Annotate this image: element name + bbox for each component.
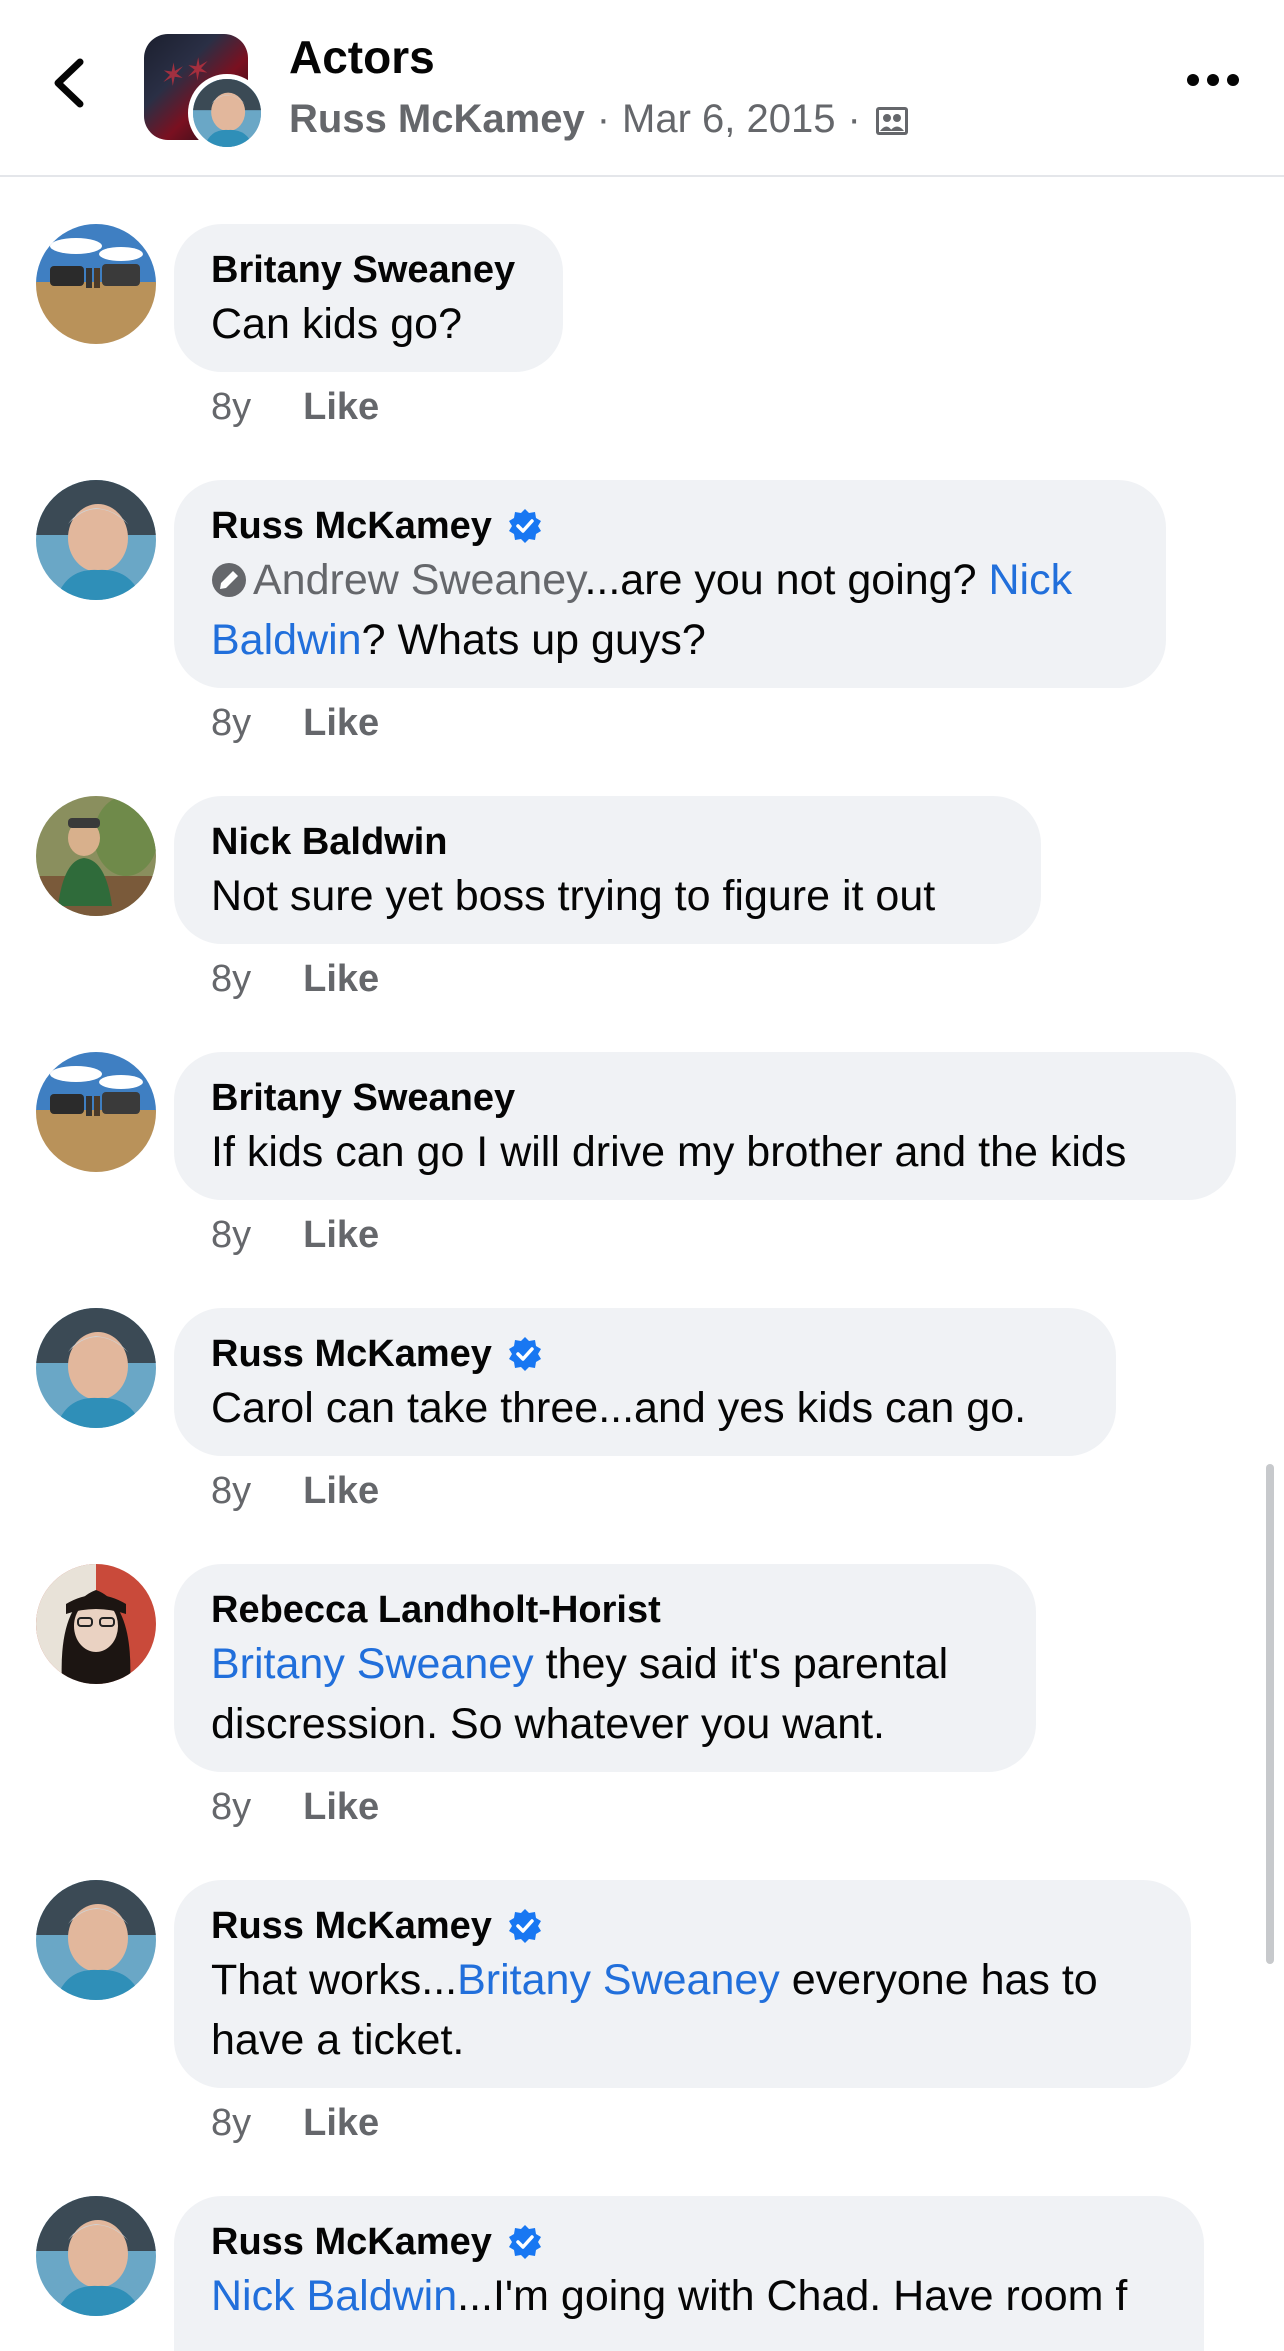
commenter-name-text[interactable]: Russ McKamey [211,2218,492,2266]
like-button[interactable]: Like [303,1786,379,1829]
comment-bubble[interactable]: Russ McKamey Andrew Sweaney...are you no… [174,480,1166,688]
comment-age[interactable]: 8y [211,1214,251,1257]
like-button[interactable]: Like [303,1470,379,1513]
comment-text: Not sure yet boss trying to figure it ou… [211,872,936,920]
comment-actions: 8y Like [211,386,379,429]
comment-text: That works...Britany Sweaney everyone ha… [211,1950,1154,2070]
comment-text: Carol can take three...and yes kids can … [211,1384,1027,1432]
comment-text-part: That works... [211,1956,458,2004]
author-avatar[interactable] [188,74,266,152]
like-button[interactable]: Like [303,702,379,745]
comment-bubble[interactable]: Russ McKamey That works...Britany Sweane… [174,1880,1191,2088]
mention-link[interactable]: Britany Sweaney [211,1640,534,1688]
avatar[interactable] [36,480,156,600]
group-name[interactable]: Actors [289,30,435,84]
avatar[interactable] [36,224,156,344]
comment-age[interactable]: 8y [211,1470,251,1513]
comment-actions: 8y Like [211,1214,379,1257]
comment-age[interactable]: 8y [211,2102,251,2145]
verified-badge-icon [506,507,544,545]
comment-text: Can kids go? [211,300,462,348]
comment-text: Andrew Sweaney...are you not going? Nick… [211,550,1129,670]
commenter-name[interactable]: Russ McKamey [211,1330,1079,1378]
like-button[interactable]: Like [303,2102,379,2145]
comment-actions: 8y Like [211,2102,379,2145]
comment-text: Nick Baldwin...I'm going with Chad. Have… [211,2266,1167,2326]
verified-badge-icon [506,1907,544,1945]
commenter-name[interactable]: Nick Baldwin [211,818,1004,866]
post-date[interactable]: Mar 6, 2015 [622,97,835,142]
comment-bubble[interactable]: Russ McKamey Carol can take three...and … [174,1308,1116,1456]
comment-bubble[interactable]: Rebecca Landholt-Horist Britany Sweaney … [174,1564,1036,1772]
comment-age[interactable]: 8y [211,958,251,1001]
commenter-name-text[interactable]: Russ McKamey [211,1902,492,1950]
meta-separator: · [596,97,611,141]
mention-link[interactable]: Britany Sweaney [457,1956,780,2004]
avatar[interactable] [36,1880,156,2000]
more-options-button[interactable] [1186,68,1240,92]
mention-link[interactable]: Andrew Sweaney [253,556,584,604]
comment-age[interactable]: 8y [211,702,251,745]
comment: Russ McKamey Nick Baldwin...I'm going wi… [0,2194,1284,2351]
commenter-name[interactable]: Russ McKamey [211,2218,1167,2266]
like-button[interactable]: Like [303,386,379,429]
comment-actions: 8y Like [211,1786,379,1829]
mention-link[interactable]: Nick Baldwin [211,2272,457,2320]
back-arrow-icon [54,58,84,108]
comment-text: Britany Sweaney they said it's parental … [211,1634,999,1754]
comment-text-part: ? Whats up guys? [361,616,706,664]
scrollbar[interactable] [1266,1464,1274,1964]
commenter-name-text[interactable]: Russ McKamey [211,1330,492,1378]
comment-age[interactable]: 8y [211,1786,251,1829]
commenter-name[interactable]: Russ McKamey [211,502,1129,550]
verified-badge-icon [506,2223,544,2261]
post-meta: Russ McKamey · Mar 6, 2015 · [289,97,909,142]
inactive-account-icon [211,554,247,597]
commenter-name[interactable]: Britany Sweaney [211,246,526,294]
commenter-name[interactable]: Britany Sweaney [211,1074,1199,1122]
avatar[interactable] [36,796,156,916]
back-button[interactable] [44,52,100,112]
commenter-name[interactable]: Russ McKamey [211,1902,1154,1950]
commenter-name-text[interactable]: Russ McKamey [211,502,492,550]
comment-actions: 8y Like [211,1470,379,1513]
group-privacy-icon [875,103,909,137]
like-button[interactable]: Like [303,1214,379,1257]
comment-bubble[interactable]: Britany Sweaney If kids can go I will dr… [174,1052,1236,1200]
meta-separator: · [847,97,861,141]
avatar[interactable] [36,2196,156,2316]
avatar[interactable] [36,1308,156,1428]
comment-bubble[interactable]: Russ McKamey Nick Baldwin...I'm going wi… [174,2196,1204,2351]
comment-text: If kids can go I will drive my brother a… [211,1128,1127,1176]
avatar[interactable] [36,1564,156,1684]
comment-bubble[interactable]: Nick Baldwin Not sure yet boss trying to… [174,796,1041,944]
more-options-icon [1187,74,1239,86]
comment-bubble[interactable]: Britany Sweaney Can kids go? [174,224,563,372]
commenter-name[interactable]: Rebecca Landholt-Horist [211,1586,999,1634]
comment-actions: 8y Like [211,958,379,1001]
avatar[interactable] [36,1052,156,1172]
comment-text-part: ...I'm going with Chad. Have room f [457,2272,1128,2320]
comment-text-part: ...are you not going? [584,556,989,604]
comment-age[interactable]: 8y [211,386,251,429]
verified-badge-icon [506,1335,544,1373]
like-button[interactable]: Like [303,958,379,1001]
post-author[interactable]: Russ McKamey [289,97,585,142]
post-header: ✶✶ Actors Russ McKamey · Mar 6, 2015 · [0,0,1284,177]
comment-actions: 8y Like [211,702,379,745]
